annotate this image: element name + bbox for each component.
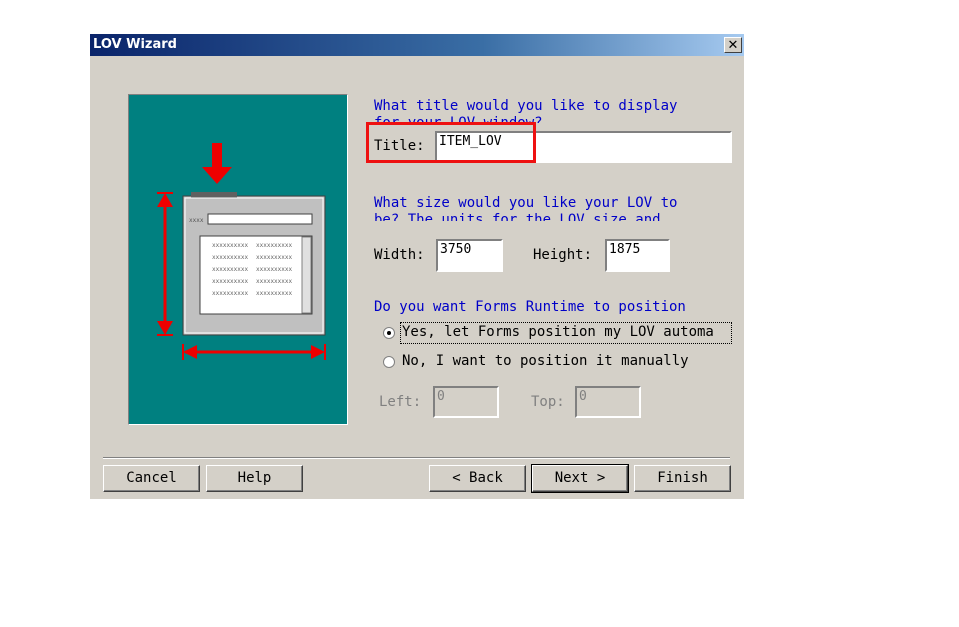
title-bar[interactable]: LOV Wizard ✕ (90, 34, 744, 56)
left-field[interactable]: 0 (433, 386, 499, 418)
back-button[interactable]: < Back (429, 465, 526, 492)
svg-text:xxxxxxxxxx: xxxxxxxxxx (256, 242, 293, 249)
lov-illustration-panel: xxxx xxxxxxxxxx xxxxxxxxxx xxxxxxxxxx xxxx… (128, 94, 348, 425)
height-field[interactable]: 1875 (605, 239, 670, 272)
button-separator (103, 457, 730, 459)
finish-button[interactable]: Finish (634, 465, 731, 492)
next-button[interactable]: Next > (531, 464, 629, 493)
width-label: Width: (374, 247, 425, 263)
lov-window-illustration: xxxx xxxxxxxxxx xxxxxxxxxx xxxxxxxxxx xxxx… (157, 143, 326, 360)
svg-text:xxxxxxxxxx: xxxxxxxxxx (256, 290, 293, 297)
svg-text:xxxx: xxxx (189, 217, 204, 224)
yes-option-label[interactable]: Yes, let Forms position my LOV automa (402, 324, 730, 340)
height-label: Height: (533, 247, 593, 263)
cancel-button[interactable]: Cancel (103, 465, 200, 492)
window-title: LOV Wizard (93, 37, 177, 52)
highlight-box (366, 122, 536, 163)
close-button[interactable]: ✕ (724, 37, 742, 53)
top-field[interactable]: 0 (575, 386, 641, 418)
no-option-label[interactable]: No, I want to position it manually (402, 353, 689, 369)
svg-text:xxxxxxxxxx: xxxxxxxxxx (212, 266, 249, 273)
help-button[interactable]: Help (206, 465, 303, 492)
size-prompt-line2: be? The units for the LOV size and (374, 212, 661, 221)
close-icon: ✕ (727, 38, 739, 53)
lov-wizard-dialog: LOV Wizard ✕ xxxx xxxxxxxxxx xxxxxxxxxx … (90, 34, 744, 499)
vertical-dimension-arrow-icon (157, 192, 173, 336)
position-prompt: Do you want Forms Runtime to position (374, 299, 686, 315)
top-label: Top: (531, 394, 565, 410)
svg-text:xxxxxxxxxx: xxxxxxxxxx (212, 242, 249, 249)
svg-text:xxxxxxxxxx: xxxxxxxxxx (256, 278, 293, 285)
down-arrow-icon (202, 143, 232, 184)
svg-text:xxxxxxxxxx: xxxxxxxxxx (212, 278, 249, 285)
size-prompt-line1: What size would you like your LOV to (374, 195, 678, 211)
title-prompt-line1: What title would you like to display (374, 98, 678, 114)
svg-text:xxxxxxxxxx: xxxxxxxxxx (256, 266, 293, 273)
svg-text:xxxxxxxxxx: xxxxxxxxxx (212, 290, 249, 297)
no-radio[interactable] (383, 356, 395, 368)
width-field[interactable]: 3750 (436, 239, 503, 272)
svg-text:xxxxxxxxxx: xxxxxxxxxx (256, 254, 293, 261)
yes-radio[interactable] (383, 327, 395, 339)
svg-text:xxxxxxxxxx: xxxxxxxxxx (212, 254, 249, 261)
left-label: Left: (379, 394, 422, 410)
horizontal-dimension-arrow-icon (182, 344, 326, 360)
